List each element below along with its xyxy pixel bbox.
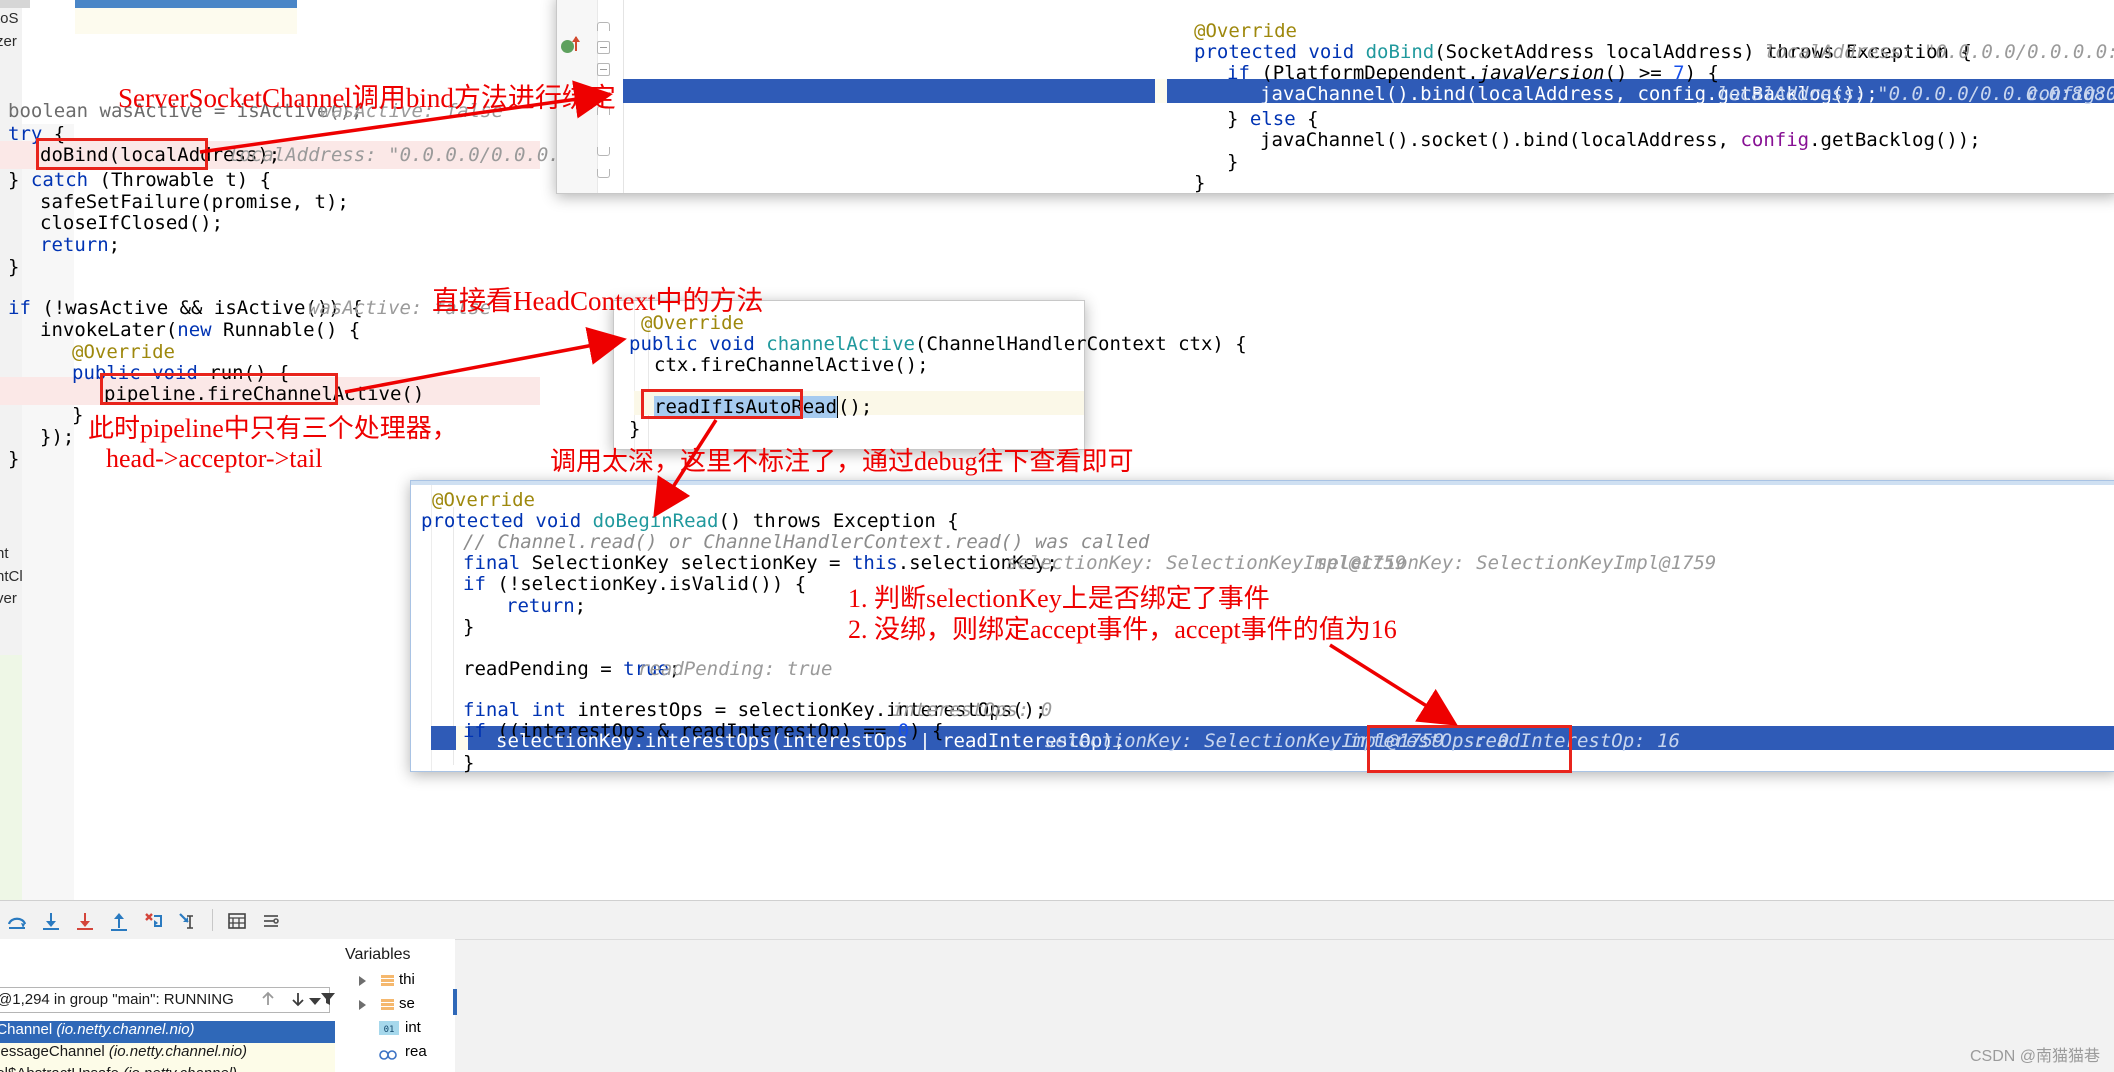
dobeginread-selected-line: selectionKey.interestOps(interestOps | r…: [496, 730, 1126, 752]
svg-text:01: 01: [384, 1025, 395, 1035]
dobind-else-body: javaChannel().socket().bind(localAddress…: [1260, 129, 1981, 151]
frame-up-icon[interactable]: [258, 989, 278, 1014]
side-label-0: toS: [0, 10, 19, 27]
annotation-box-firechannelactive: [100, 373, 338, 405]
annotation-box-dobind: [36, 138, 208, 170]
dobeginread-close-1: }: [463, 616, 475, 638]
variable-label-3: rea: [405, 1043, 427, 1060]
thread-selector[interactable]: @1,294 in group "main": RUNNING: [0, 987, 330, 1013]
bg-code-line-14: });: [40, 426, 75, 448]
dobeginread-hint-key-2: selectionKey: SelectionKeyImpl@1759: [1316, 552, 1717, 574]
side-label-3: ntCl: [0, 568, 23, 585]
annotation-text-5-line1: 1. 判断selectionKey上是否绑定了事件: [848, 584, 1270, 613]
bg-code-line-15: }: [8, 448, 20, 470]
annotation-text-1: ServerSocketChannel调用bind方法进行绑定: [118, 83, 616, 113]
annotation-text-3-line2: head->acceptor->tail: [106, 444, 323, 473]
dobeginread-return: return;: [506, 595, 587, 617]
debugger-thread-strip: [0, 655, 22, 900]
evaluate-expression-icon[interactable]: [226, 910, 248, 932]
fold-marker-1[interactable]: [597, 22, 610, 31]
popup-headcontext[interactable]: @Override public void channelActive(Chan…: [613, 300, 1247, 450]
popup-dobeginread-titlebar: [411, 481, 2114, 485]
ide-screenshot: toS zer nt ntCl ver boolean wasActive = …: [0, 0, 2114, 1072]
expand-triangle-icon[interactable]: [359, 976, 366, 986]
bg-code-line-7: }: [8, 256, 20, 278]
step-into-icon[interactable]: [40, 910, 62, 932]
step-out-icon[interactable]: [108, 910, 130, 932]
annotation-text-2: 直接看HeadContext中的方法: [432, 286, 764, 316]
variables-panel[interactable]: thi se 01 int rea: [335, 969, 457, 1072]
thread-selector-value: @1,294 in group "main": RUNNING: [0, 991, 234, 1008]
toolbar-divider: [212, 909, 213, 931]
variable-label-2: int: [405, 1019, 421, 1036]
dobind-close-outer: }: [1194, 172, 1206, 194]
active-tab-underline: [75, 0, 297, 8]
debugger-panel: @1,294 in group "main": RUNNING oChannel…: [0, 900, 2114, 1072]
run-to-cursor-icon[interactable]: [176, 910, 198, 932]
bg-code-line-6: return;: [40, 234, 121, 256]
dobind-signature-hint: localAddress: "0.0.0.0/0.0.0.0:8080": [1764, 41, 2114, 63]
annotation-box-readifisautoread: [641, 389, 803, 419]
side-label-1: zer: [0, 33, 17, 50]
dobeginread-close-2: }: [463, 752, 475, 774]
settings-icon[interactable]: [260, 910, 282, 932]
watermark: CSDN @南猫猫巷: [1969, 1048, 2100, 1065]
variable-label-1: se: [399, 995, 415, 1012]
dobind-selected-hint-2: config: NioS: [2027, 83, 2108, 105]
variables-selection-marker: [453, 989, 457, 1015]
headcontext-close: }: [629, 418, 641, 440]
drop-frame-icon[interactable]: [142, 910, 164, 932]
field-icon: [381, 974, 394, 987]
frame-down-icon[interactable]: [288, 989, 308, 1014]
variable-label-0: thi: [399, 971, 415, 988]
expand-triangle-icon[interactable]: [359, 1000, 366, 1010]
fold-marker-2[interactable]: [597, 41, 610, 54]
dobeginread-hint-readpending: readPending: true: [638, 658, 833, 680]
side-label-2: nt: [0, 545, 9, 562]
dobind-close-inner: }: [1227, 151, 1239, 173]
fold-marker-3[interactable]: [597, 63, 610, 76]
field-icon: [381, 998, 394, 1011]
tab-strip-left: [0, 0, 30, 8]
active-tab: [75, 8, 297, 34]
annotation-text-4: 调用太深，这里不标注了，通过debug往下查看即可: [550, 447, 1134, 476]
annotation-text-3-line1: 此时pipeline中只有三个处理器，: [88, 414, 458, 443]
primitive-icon: 01: [379, 1021, 399, 1035]
override-arrow-head-icon: [572, 36, 580, 42]
fold-marker-6[interactable]: [597, 169, 610, 178]
link-icon: [379, 1047, 399, 1060]
popup-dobind[interactable]: @Override protected void doBind(SocketAd…: [556, 0, 2114, 194]
annotation-box-readinterestop: [1367, 725, 1572, 773]
force-step-into-icon[interactable]: [74, 910, 96, 932]
side-label-4: ver: [0, 590, 17, 607]
execution-pointer-slot: [1155, 79, 1167, 103]
headcontext-body-1: ctx.fireChannelActive();: [654, 354, 929, 376]
fold-marker-5[interactable]: [597, 147, 610, 156]
debugger-toolbar: [0, 901, 2114, 940]
variables-title: Variables: [345, 946, 411, 963]
annotation-text-5-line2: 2. 没绑，则绑定accept事件，accept事件的值为16: [848, 615, 1397, 644]
step-over-icon[interactable]: [6, 910, 28, 932]
